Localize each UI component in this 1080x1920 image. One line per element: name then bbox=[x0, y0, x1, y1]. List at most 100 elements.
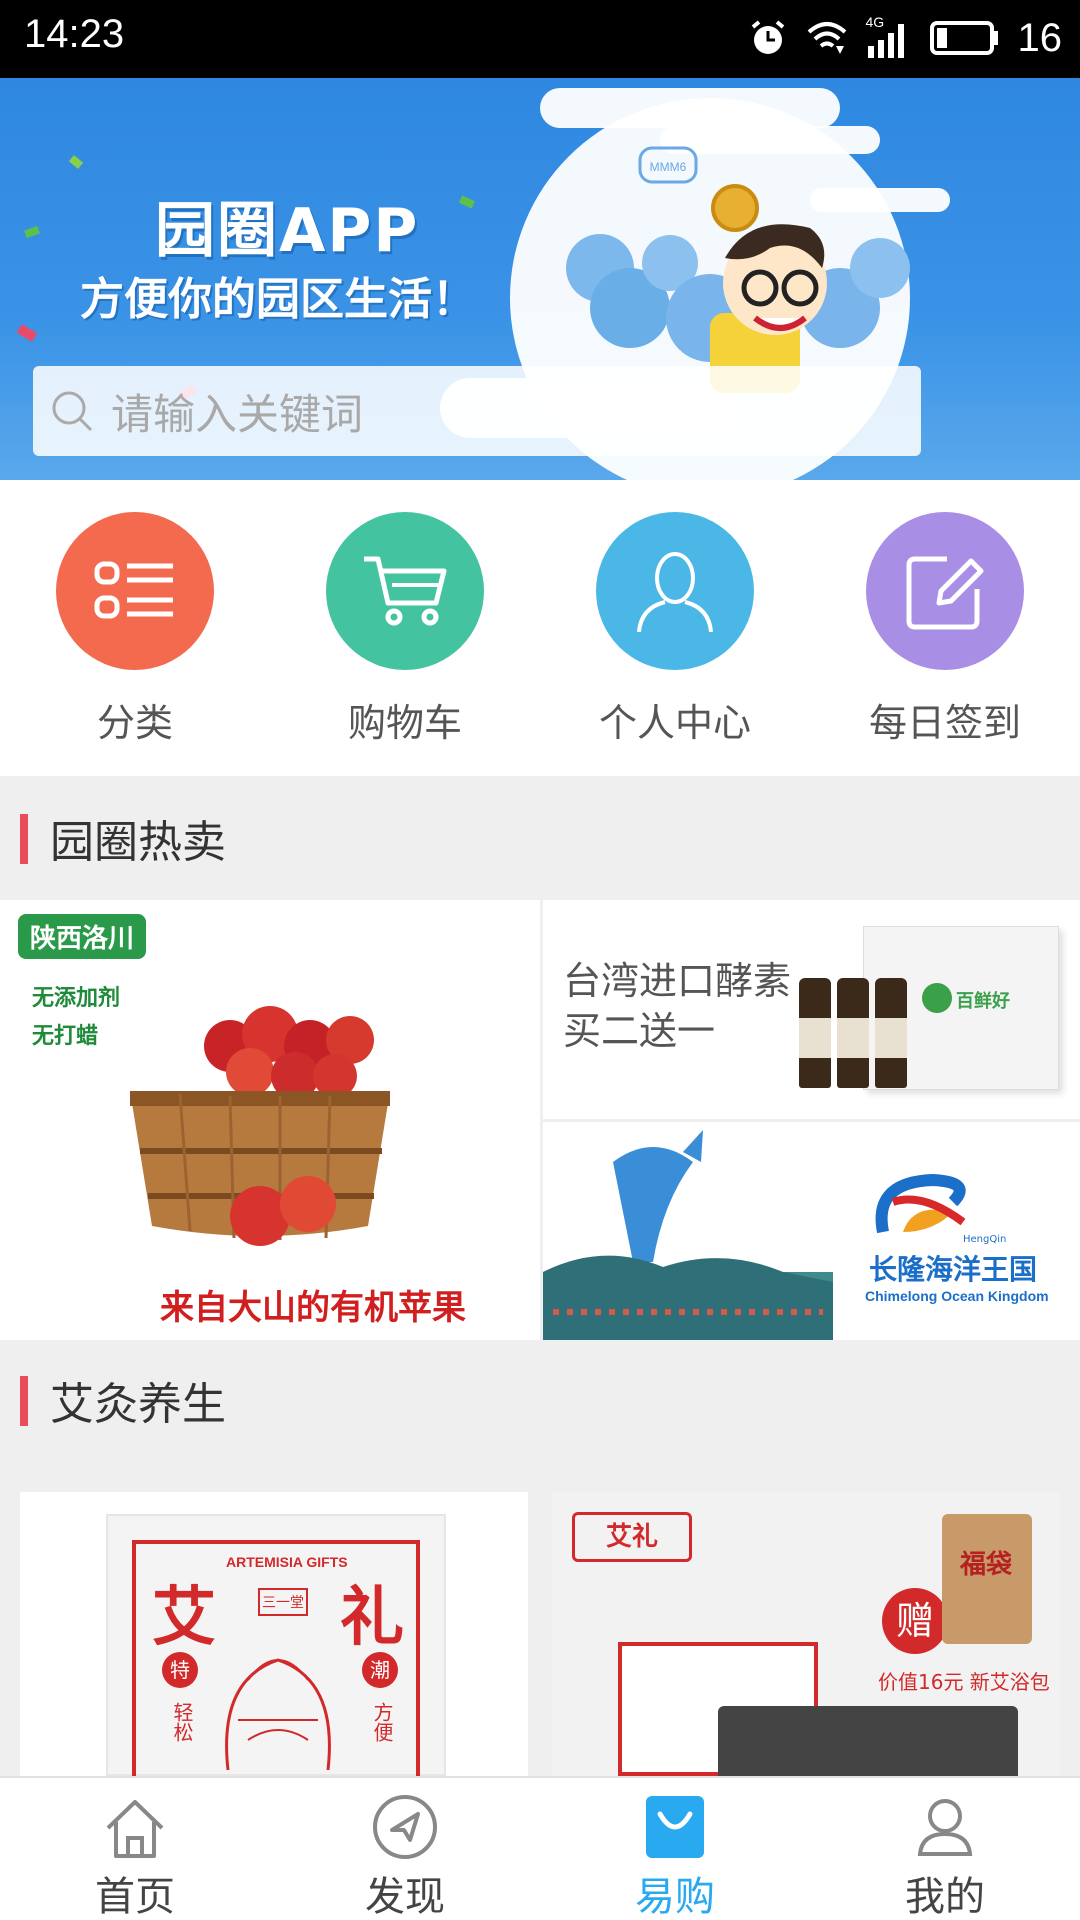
product-line1: 台湾进口酵素 bbox=[563, 959, 792, 1003]
package-side-text: 轻松 bbox=[170, 1702, 194, 1742]
gift-package: 艾 礼 ARTEMISIA GIFTS 三一堂 特 轻松 潮 方便 bbox=[106, 1514, 446, 1776]
confetti bbox=[458, 195, 476, 209]
nav-tab-home[interactable]: 首页 bbox=[0, 1778, 270, 1920]
cart-button[interactable] bbox=[326, 512, 484, 670]
wifi-icon bbox=[807, 22, 846, 54]
cart-icon bbox=[364, 556, 447, 626]
product-moxa-gift-1[interactable]: 艾 礼 ARTEMISIA GIFTS 三一堂 特 轻松 潮 方便 bbox=[20, 1492, 528, 1776]
moxa-stand-image bbox=[718, 1706, 1018, 1776]
edit-icon bbox=[906, 556, 984, 630]
bath-pack: 福袋 bbox=[942, 1514, 1032, 1644]
gift-badge: 赠 bbox=[882, 1588, 948, 1654]
package-seal: 特 bbox=[162, 1652, 198, 1688]
package-char: 礼 bbox=[340, 1581, 404, 1655]
seal-text: 特 bbox=[170, 1658, 190, 1682]
leaf-logo-icon bbox=[922, 983, 952, 1013]
nav-tab-discover[interactable]: 发现 bbox=[270, 1778, 540, 1920]
bath-pack-text: 福袋 bbox=[960, 1550, 1013, 1580]
battery-icon bbox=[929, 21, 998, 55]
section-accent-bar bbox=[20, 814, 28, 864]
product-enzyme[interactable]: 台湾进口酵素 买二送一 百鲜好 bbox=[543, 900, 1080, 1119]
nav-tab-label: 易购 bbox=[635, 1874, 715, 1920]
status-bar: 14:23 4G 16 bbox=[0, 0, 1080, 78]
checkin-button[interactable] bbox=[866, 512, 1024, 670]
app-screen: 14:23 4G 16 MMM6 园圈APP 方便你的园区生活！ 请输入关键词 … bbox=[0, 0, 1080, 1920]
signal-icon: 4G bbox=[866, 14, 912, 60]
nav-tab-mine[interactable]: 我的 bbox=[810, 1778, 1080, 1920]
person-icon bbox=[637, 552, 713, 633]
banner-badge-text: MMM6 bbox=[650, 160, 687, 174]
quick-menu-label: 分类 bbox=[96, 701, 173, 745]
quick-menu-label: 个人中心 bbox=[598, 701, 751, 745]
package-center-mark: 三一堂 bbox=[258, 1588, 308, 1616]
category-button[interactable] bbox=[56, 512, 214, 670]
product-tag: 陕西洛川 bbox=[18, 914, 147, 959]
product-moxa-gift-2[interactable]: 艾礼 赠 福袋 价值16元 新艾浴包 bbox=[552, 1492, 1060, 1776]
quick-menu-label: 购物车 bbox=[347, 701, 462, 745]
shopping-bag-icon bbox=[646, 1796, 704, 1858]
product-note: 无打蜡 bbox=[32, 1024, 99, 1049]
package-illustration bbox=[225, 1658, 331, 1770]
apple-basket-image bbox=[130, 1006, 390, 1246]
confetti bbox=[68, 155, 84, 169]
status-time: 14:23 bbox=[24, 12, 125, 56]
brand-text: 百鲜好 bbox=[956, 991, 1010, 1012]
profile-button[interactable] bbox=[596, 512, 754, 670]
product-ocean-kingdom[interactable]: HengQin 长隆海洋王国 Chimelong Ocean Kingdom bbox=[543, 1122, 1080, 1340]
brand-logo-text: 艾礼 bbox=[605, 1522, 658, 1552]
product-note: 无添加剂 bbox=[32, 986, 121, 1011]
search-icon bbox=[52, 391, 93, 432]
whale-shark-image bbox=[543, 1130, 833, 1340]
ocean-kingdom-logo bbox=[875, 1173, 966, 1234]
section-hot-header: 园圈热卖 bbox=[0, 776, 1080, 900]
compass-icon bbox=[373, 1795, 437, 1859]
bottle bbox=[799, 978, 831, 1088]
bottle bbox=[875, 978, 907, 1088]
seal-text: 潮 bbox=[370, 1658, 390, 1682]
banner-subtitle: 方便你的园区生活！ bbox=[80, 274, 476, 325]
nav-tab-label: 首页 bbox=[95, 1874, 175, 1920]
quick-menu: 分类 购物车 个人中心 每日签到 bbox=[0, 480, 1080, 776]
brand-logo: 艾礼 bbox=[572, 1512, 692, 1562]
section-accent-bar bbox=[20, 1376, 28, 1426]
confetti bbox=[16, 324, 38, 342]
section-title: 园圈热卖 bbox=[50, 817, 226, 868]
confetti bbox=[24, 225, 40, 239]
product-apple[interactable]: 陕西洛川 无添加剂 无打蜡 来自大山的有机苹果 bbox=[0, 900, 540, 1340]
section-moxa-header: 艾灸养生 bbox=[0, 1340, 1080, 1490]
package-english: ARTEMISIA GIFTS bbox=[226, 1554, 348, 1570]
hot-items-grid: 陕西洛川 无添加剂 无打蜡 来自大山的有机苹果 台湾进口酵素 买二送一 百鲜好 … bbox=[0, 900, 1080, 1340]
bottle bbox=[837, 978, 869, 1088]
battery-level: 16 bbox=[1017, 15, 1063, 60]
package-side-text: 方便 bbox=[370, 1702, 394, 1742]
quick-menu-checkin[interactable]: 每日签到 bbox=[810, 480, 1080, 776]
status-icons: 4G 16 bbox=[748, 10, 1063, 66]
gift-badge-text: 赠 bbox=[895, 1599, 934, 1643]
nav-tab-label: 发现 bbox=[365, 1874, 445, 1920]
product-tag-text: 陕西洛川 bbox=[30, 924, 135, 954]
brand-cn: 长隆海洋王国 bbox=[869, 1253, 1038, 1286]
promo-banner[interactable]: MMM6 园圈APP 方便你的园区生活！ 请输入关键词 bbox=[0, 78, 1080, 480]
search-placeholder: 请输入关键词 bbox=[111, 389, 364, 439]
bottom-nav: 首页 发现 易购 我的 bbox=[0, 1776, 1080, 1920]
quick-menu-profile[interactable]: 个人中心 bbox=[540, 480, 810, 776]
home-icon bbox=[106, 1800, 164, 1858]
alarm-icon bbox=[751, 20, 784, 54]
product-caption: 来自大山的有机苹果 bbox=[160, 1288, 466, 1328]
user-icon bbox=[917, 1799, 973, 1856]
banner-title: 园圈APP bbox=[155, 196, 420, 266]
quick-menu-category[interactable]: 分类 bbox=[0, 480, 270, 776]
nav-tab-label: 我的 bbox=[905, 1874, 985, 1920]
search-input[interactable]: 请输入关键词 bbox=[33, 366, 921, 456]
section-title: 艾灸养生 bbox=[50, 1379, 226, 1430]
quick-menu-cart[interactable]: 购物车 bbox=[270, 480, 540, 776]
brand-en: Chimelong Ocean Kingdom bbox=[865, 1288, 1049, 1304]
product-line2: 买二送一 bbox=[563, 1009, 716, 1053]
brand-small: HengQin bbox=[963, 1234, 1007, 1245]
package-char: 艾 bbox=[152, 1581, 216, 1655]
nav-tab-shop[interactable]: 易购 bbox=[540, 1778, 810, 1920]
quick-menu-label: 每日签到 bbox=[868, 701, 1021, 745]
package-seal: 潮 bbox=[362, 1652, 398, 1688]
gift-note: 价值16元 新艾浴包 bbox=[878, 1670, 1050, 1694]
list-icon bbox=[94, 561, 173, 619]
